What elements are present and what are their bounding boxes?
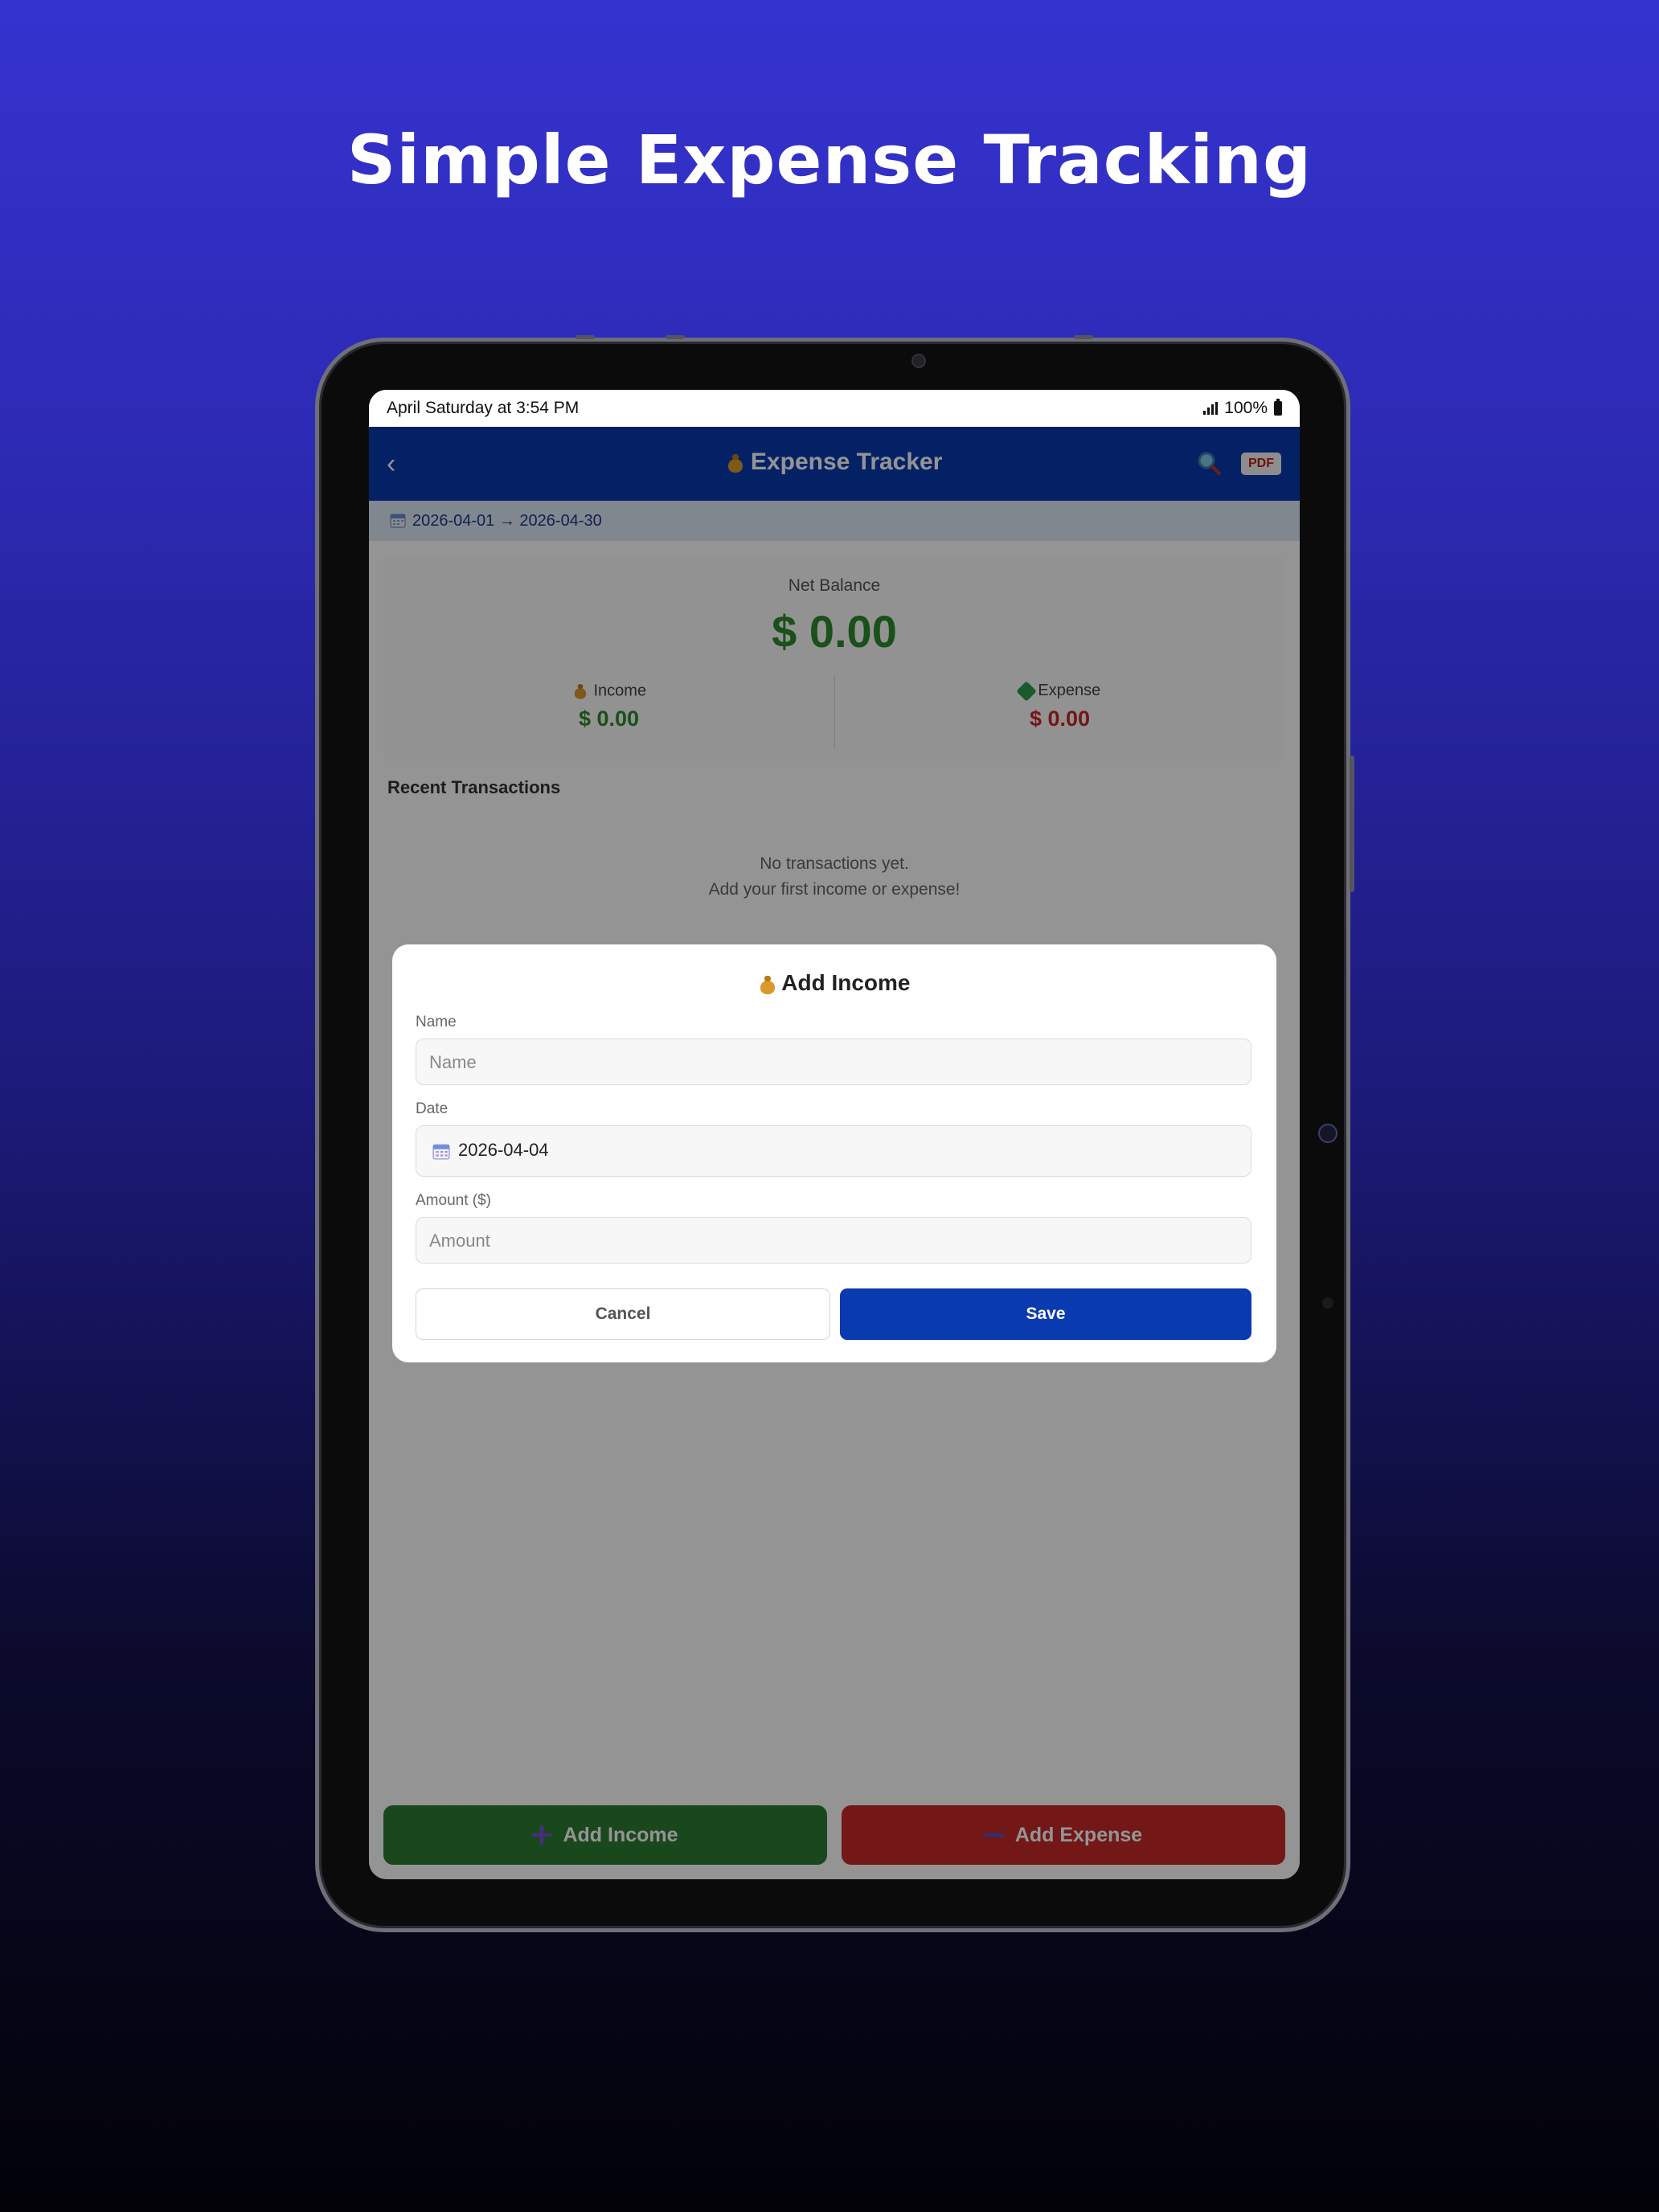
name-placeholder: Name <box>429 1052 477 1072</box>
signal-icon <box>1203 402 1219 415</box>
dialog-title: Add Income <box>392 970 1276 996</box>
date-value: 2026-04-04 <box>458 1140 549 1160</box>
status-bar: April Saturday at 3:54 PM 100% <box>369 390 1300 427</box>
add-income-dialog: Add Income Name Name Date 2026-04-04 Amo… <box>392 944 1276 1362</box>
name-field-label: Name <box>416 1014 457 1030</box>
date-field-label: Date <box>416 1100 449 1117</box>
save-button[interactable]: Save <box>840 1288 1251 1340</box>
top-button-3 <box>1074 335 1093 339</box>
amount-placeholder: Amount <box>429 1231 490 1251</box>
top-button-2 <box>666 335 685 339</box>
side-sensor <box>1318 1124 1337 1143</box>
status-right: 100% <box>1203 399 1282 418</box>
amount-field-label: Amount ($) <box>416 1192 491 1209</box>
name-input[interactable]: Name <box>416 1038 1251 1085</box>
battery-percent: 100% <box>1224 399 1268 417</box>
top-button-1 <box>576 335 595 339</box>
promo-headline: Simple Expense Tracking <box>346 121 1313 199</box>
cancel-button[interactable]: Cancel <box>416 1288 830 1340</box>
volume-button <box>1350 756 1354 892</box>
calendar-icon <box>432 1144 450 1160</box>
battery-icon <box>1274 399 1282 416</box>
front-camera <box>911 354 926 368</box>
date-picker-field[interactable]: 2026-04-04 <box>416 1125 1251 1177</box>
dialog-title-text: Add Income <box>781 970 911 995</box>
status-time: April Saturday at 3:54 PM <box>387 399 580 417</box>
money-bag-icon <box>759 975 776 994</box>
app-screen: April Saturday at 3:54 PM 100% ‹ Expense… <box>369 390 1300 1879</box>
amount-input[interactable]: Amount <box>416 1217 1251 1264</box>
side-mic <box>1322 1297 1333 1309</box>
